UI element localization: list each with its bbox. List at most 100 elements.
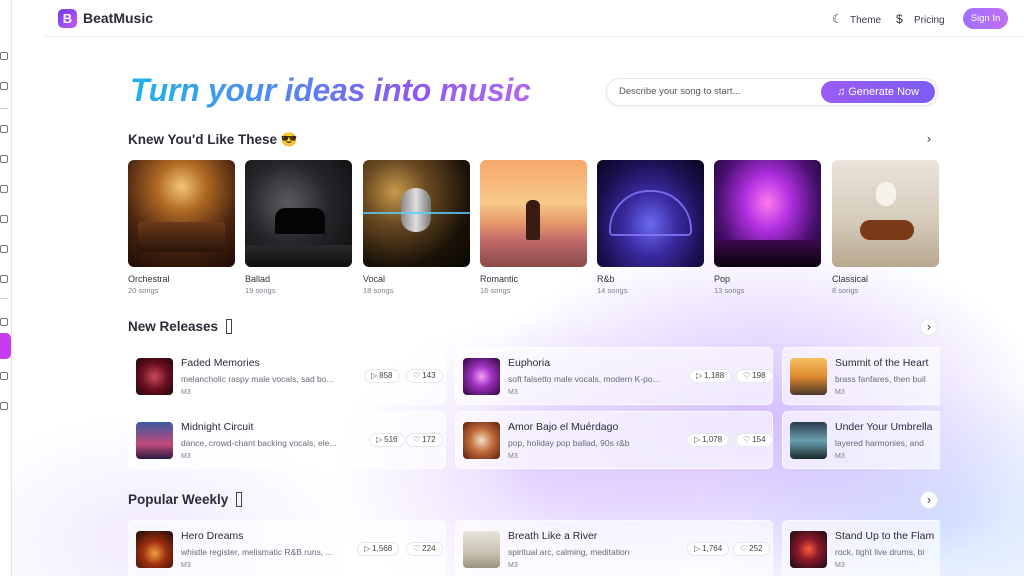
song-card[interactable]: Summit of the Heart brass fanfares, then… xyxy=(782,347,940,405)
new-releases-title: New Releases xyxy=(128,319,232,334)
play-count[interactable]: ▷ 1,568 xyxy=(357,542,400,556)
play-count[interactable]: ▷ 1,188 xyxy=(689,369,732,383)
like-count[interactable]: ♡ 172 xyxy=(406,433,443,447)
like-count-value: 252 xyxy=(749,544,763,553)
classical-image xyxy=(832,160,939,267)
model-badge: M3 xyxy=(508,453,518,460)
genre-count: 8 songs xyxy=(832,286,859,295)
generate-now-button[interactable]: ♫ Generate Now xyxy=(821,81,935,103)
like-count-value: 172 xyxy=(422,435,436,444)
genre-card-vocal[interactable]: Vocal 18 songs xyxy=(363,160,470,295)
rnb-image xyxy=(597,160,704,267)
genre-card-orchestral[interactable]: Orchestral 20 songs xyxy=(128,160,235,295)
new-releases-next-button[interactable]: › xyxy=(920,318,938,336)
play-icon: ▷ xyxy=(694,544,701,553)
song-card[interactable]: Euphoria soft falsetto male vocals, mode… xyxy=(455,347,773,405)
song-title: Under Your Umbrella xyxy=(835,421,933,433)
song-title: Breath Like a River xyxy=(508,530,598,542)
play-count[interactable]: ▷ 1,078 xyxy=(687,433,730,447)
play-count[interactable]: ▷ 516 xyxy=(369,433,405,447)
orchestral-image xyxy=(128,160,235,267)
play-count[interactable]: ▷ 858 xyxy=(364,369,400,383)
romantic-image xyxy=(480,160,587,267)
heart-icon: ♡ xyxy=(740,544,748,553)
model-badge: M3 xyxy=(508,562,518,569)
main-content: Turn your ideas into music ♫ Generate No… xyxy=(0,0,940,576)
play-icon: ▷ xyxy=(696,371,703,380)
song-description: whistle register, melismatic R&B runs, .… xyxy=(181,547,333,557)
genre-name: Pop xyxy=(714,274,731,284)
genre-card-classical[interactable]: Classical 8 songs xyxy=(832,160,939,295)
song-card[interactable]: Faded Memories melancholic raspy male vo… xyxy=(128,347,446,405)
genre-count: 20 songs xyxy=(128,286,159,295)
generate-bar: ♫ Generate Now xyxy=(606,78,938,106)
song-cover xyxy=(463,422,500,459)
song-card[interactable]: Stand Up to the Flam rock, tight live dr… xyxy=(782,520,940,576)
like-count-value: 224 xyxy=(422,544,436,553)
song-description: brass fanfares, then buil xyxy=(835,374,926,384)
genre-count: 14 songs xyxy=(597,286,628,295)
play-count[interactable]: ▷ 1,764 xyxy=(687,542,730,556)
heart-icon: ♡ xyxy=(743,435,751,444)
play-icon: ▷ xyxy=(364,544,371,553)
song-title: Faded Memories xyxy=(181,357,260,369)
song-prompt-input[interactable] xyxy=(619,86,809,97)
genre-count: 19 songs xyxy=(245,286,276,295)
heart-icon: ♡ xyxy=(413,435,421,444)
song-cover xyxy=(463,531,500,568)
song-cover xyxy=(790,531,827,568)
like-count[interactable]: ♡ 154 xyxy=(736,433,772,447)
model-badge: M3 xyxy=(835,453,845,460)
genre-name: Ballad xyxy=(245,274,271,284)
play-count-value: 1,764 xyxy=(702,544,723,553)
heart-icon: ♡ xyxy=(413,544,421,553)
like-count[interactable]: ♡ 252 xyxy=(733,542,770,556)
song-cover xyxy=(136,358,173,395)
genre-name: Classical xyxy=(832,274,869,284)
play-icon: ▷ xyxy=(376,435,383,444)
sign-in-button[interactable]: Sign In xyxy=(963,8,1008,29)
heart-icon: ♡ xyxy=(743,371,751,380)
song-card[interactable]: Amor Bajo el Muérdago pop, holiday pop b… xyxy=(455,411,773,469)
play-icon: ▷ xyxy=(371,371,378,380)
genre-card-pop[interactable]: Pop 13 songs xyxy=(714,160,821,295)
like-count[interactable]: ♡ 198 xyxy=(736,369,772,383)
model-badge: M3 xyxy=(835,562,845,569)
play-count-value: 516 xyxy=(384,435,398,444)
like-count[interactable]: ♡ 143 xyxy=(406,369,443,383)
genres-section-title: Knew You'd Like These 😎 xyxy=(128,132,298,147)
play-count-value: 1,078 xyxy=(702,435,723,444)
genre-name: Orchestral xyxy=(128,274,170,284)
song-card[interactable]: Hero Dreams whistle register, melismatic… xyxy=(128,520,446,576)
popular-weekly-title: Popular Weekly xyxy=(128,492,243,507)
genre-card-ballad[interactable]: Ballad 19 songs xyxy=(245,160,352,295)
song-description: melancholic raspy male vocals, sad bo... xyxy=(181,374,334,384)
song-description: dance, crowd-chant backing vocals, ele..… xyxy=(181,438,337,448)
popular-next-button[interactable]: › xyxy=(920,491,938,509)
genre-count: 13 songs xyxy=(714,286,745,295)
song-card[interactable]: Midnight Circuit dance, crowd-chant back… xyxy=(128,411,446,469)
generate-label: Generate Now xyxy=(848,86,920,98)
play-count-value: 858 xyxy=(379,371,393,380)
song-title: Midnight Circuit xyxy=(181,421,254,433)
song-cover xyxy=(136,422,173,459)
heart-icon: ♡ xyxy=(413,371,421,380)
like-count[interactable]: ♡ 224 xyxy=(406,542,443,556)
song-title: Amor Bajo el Muérdago xyxy=(508,421,619,433)
pop-image xyxy=(714,160,821,267)
music-note-icon: ♫ xyxy=(836,86,849,98)
model-badge: M3 xyxy=(835,389,845,396)
genre-card-rnb[interactable]: R&b 14 songs xyxy=(597,160,704,295)
song-cover xyxy=(463,358,500,395)
genre-name: Romantic xyxy=(480,274,519,284)
chevron-right-icon[interactable]: › xyxy=(920,131,938,149)
song-card[interactable]: Breath Like a River spiritual arc, calmi… xyxy=(455,520,773,576)
like-count-value: 154 xyxy=(752,435,766,444)
play-count-value: 1,568 xyxy=(372,544,393,553)
popular-weekly-label: Popular Weekly xyxy=(128,492,229,507)
song-card[interactable]: Under Your Umbrella layered harmonies, a… xyxy=(782,411,940,469)
genre-card-romantic[interactable]: Romantic 16 songs xyxy=(480,160,587,295)
model-badge: M3 xyxy=(181,562,191,569)
ballad-image xyxy=(245,160,352,267)
missing-glyph-icon xyxy=(236,492,243,507)
